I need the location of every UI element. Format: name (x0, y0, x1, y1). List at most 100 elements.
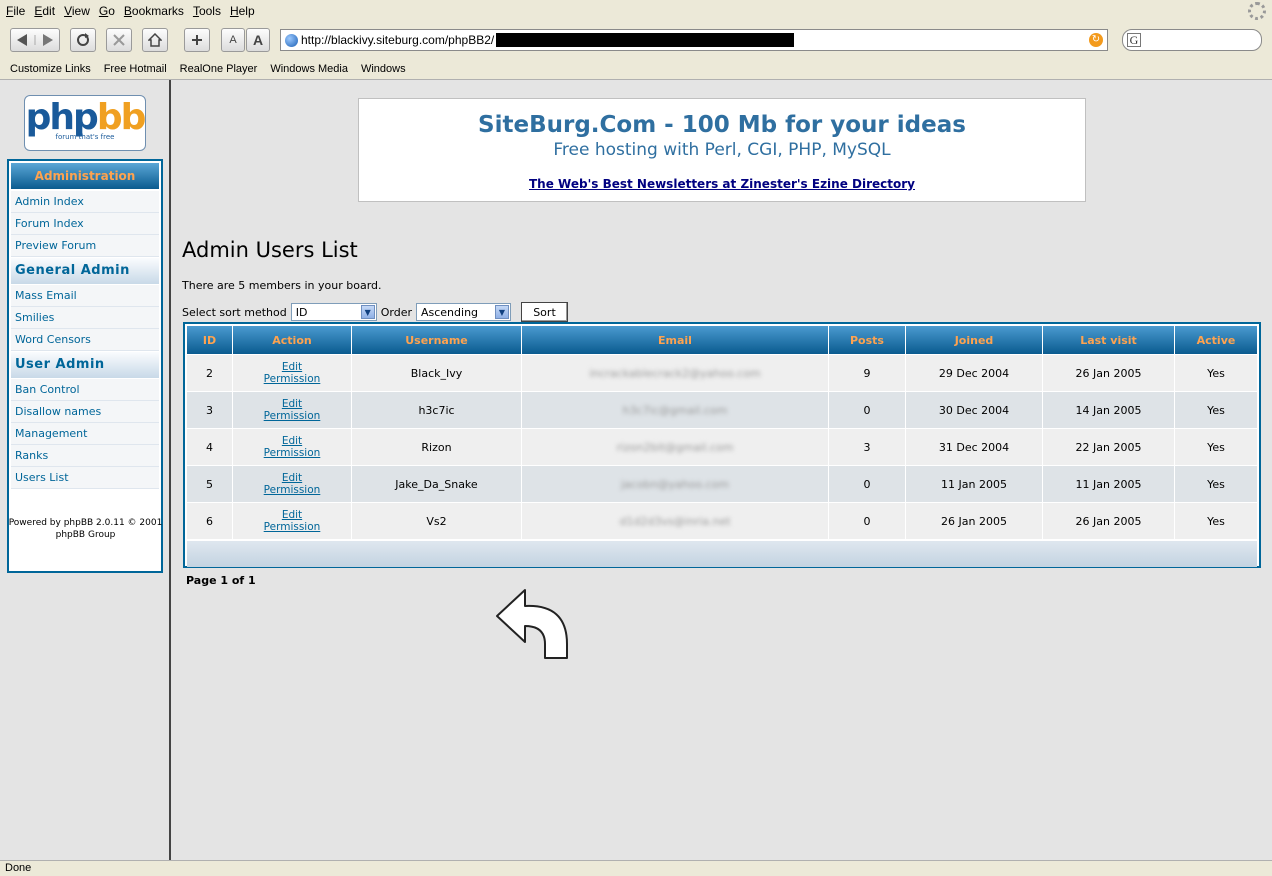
cell-posts: 0 (829, 466, 905, 502)
rss-icon[interactable]: ↻ (1089, 33, 1103, 47)
nav-preview-forum[interactable]: Preview Forum (11, 235, 159, 257)
cell-username: Jake_Da_Snake (352, 466, 521, 502)
nav-forum-index[interactable]: Forum Index (11, 213, 159, 235)
cell-joined: 11 Jan 2005 (906, 466, 1042, 502)
new-tab-button[interactable] (184, 28, 210, 52)
order-select[interactable]: Ascending ▼ (415, 303, 511, 321)
chevron-down-icon[interactable]: ▼ (494, 305, 509, 319)
users-table-container: ID Action Username Email Posts Joined La… (183, 322, 1261, 568)
main-frame: SiteBurg.Com - 100 Mb for your ideas Fre… (173, 80, 1272, 860)
cell-action: Edit Permission (233, 392, 351, 428)
url-text[interactable]: http://blackivy.siteburg.com/phpBB2/ (301, 33, 494, 47)
cell-id: 4 (187, 429, 232, 465)
nav-mass-email[interactable]: Mass Email (11, 285, 159, 307)
url-bar[interactable]: http://blackivy.siteburg.com/phpBB2/ ↻ (280, 29, 1108, 51)
home-button[interactable] (142, 28, 168, 52)
menu-go[interactable]: Go (99, 4, 115, 18)
menu-edit[interactable]: Edit (34, 4, 55, 18)
email-blurred: d1d2d3vs@inria.net (619, 514, 731, 528)
cell-email: incrackablecrack2@yahoo.com (522, 355, 828, 391)
table-footer (187, 541, 1257, 567)
plus-icon (192, 35, 202, 45)
link-customize-links[interactable]: Customize Links (10, 63, 91, 75)
permission-link[interactable]: Permission (233, 410, 351, 422)
edit-link[interactable]: Edit (233, 361, 351, 373)
cell-id: 3 (187, 392, 232, 428)
order-value: Ascending (420, 305, 479, 319)
nav-word-censors[interactable]: Word Censors (11, 329, 159, 351)
status-text: Done (5, 862, 32, 874)
phpbb-logo[interactable]: phpbb forum that's free (24, 95, 146, 151)
link-windows-media[interactable]: Windows Media (270, 63, 348, 75)
cell-username: Black_Ivy (352, 355, 521, 391)
menu-bookmarks[interactable]: Bookmarks (124, 4, 184, 18)
ad-banner[interactable]: SiteBurg.Com - 100 Mb for your ideas Fre… (358, 98, 1086, 202)
powered-by: Powered by phpBB 2.0.11 © 2001 phpBB Gro… (0, 517, 171, 541)
permission-link[interactable]: Permission (233, 447, 351, 459)
col-active: Active (1175, 326, 1257, 354)
nav-smilies[interactable]: Smilies (11, 307, 159, 329)
table-row: 2 Edit Permission Black_Ivy incrackablec… (187, 355, 1257, 391)
permission-link[interactable]: Permission (233, 373, 351, 385)
stop-button[interactable] (106, 28, 132, 52)
menu-tools[interactable]: Tools (193, 4, 221, 18)
sort-method-select[interactable]: ID ▼ (290, 303, 377, 321)
cell-id: 6 (187, 503, 232, 539)
links-toolbar: Customize Links Free Hotmail RealOne Pla… (0, 58, 1272, 80)
table-row: 4 Edit Permission Rizon rizon2bit@gmail.… (187, 429, 1257, 465)
cell-active: Yes (1175, 392, 1257, 428)
link-free-hotmail[interactable]: Free Hotmail (104, 63, 167, 75)
order-label: Order (380, 305, 412, 319)
font-smaller-button[interactable]: A (221, 28, 245, 52)
cell-posts: 0 (829, 392, 905, 428)
permission-link[interactable]: Permission (233, 521, 351, 533)
menu-help[interactable]: Help (230, 4, 255, 18)
nav-header-administration: Administration (11, 163, 159, 189)
banner-link[interactable]: The Web's Best Newsletters at Zinester's… (359, 177, 1085, 191)
page-title: Admin Users List (182, 238, 358, 262)
users-table: ID Action Username Email Posts Joined La… (186, 325, 1258, 540)
nav-ranks[interactable]: Ranks (11, 445, 159, 467)
cell-action: Edit Permission (233, 503, 351, 539)
cell-posts: 3 (829, 429, 905, 465)
search-box[interactable]: G (1122, 29, 1262, 51)
nav-users-list[interactable]: Users List (11, 467, 159, 489)
nav-ban-control[interactable]: Ban Control (11, 379, 159, 401)
nav-management[interactable]: Management (11, 423, 159, 445)
cell-id: 2 (187, 355, 232, 391)
curved-arrow-icon (496, 589, 568, 659)
permission-link[interactable]: Permission (233, 484, 351, 496)
reload-button[interactable] (70, 28, 96, 52)
edit-link[interactable]: Edit (233, 435, 351, 447)
back-forward-buttons[interactable] (10, 28, 60, 52)
cell-action: Edit Permission (233, 429, 351, 465)
cell-posts: 0 (829, 503, 905, 539)
powered-by-line2: phpBB Group (55, 530, 116, 540)
edit-link[interactable]: Edit (233, 509, 351, 521)
sort-button[interactable]: Sort (520, 302, 568, 322)
nav-disallow-names[interactable]: Disallow names (11, 401, 159, 423)
nav-category-user-admin: User Admin (11, 352, 159, 378)
home-icon (148, 33, 162, 47)
col-email: Email (522, 326, 828, 354)
cell-active: Yes (1175, 355, 1257, 391)
cell-active: Yes (1175, 466, 1257, 502)
font-larger-button[interactable]: A (246, 28, 270, 52)
back-arrow-icon[interactable] (15, 34, 55, 46)
cell-last-visit: 22 Jan 2005 (1043, 429, 1174, 465)
menu-file[interactable]: File (6, 4, 25, 18)
powered-by-line1: Powered by phpBB 2.0.11 © 2001 (8, 518, 163, 528)
sort-controls: Select sort method ID ▼ Order Ascending … (182, 302, 568, 322)
link-windows[interactable]: Windows (361, 63, 406, 75)
edit-link[interactable]: Edit (233, 398, 351, 410)
chevron-down-icon[interactable]: ▼ (360, 305, 375, 319)
cell-joined: 31 Dec 2004 (906, 429, 1042, 465)
menu-view[interactable]: View (64, 4, 90, 18)
link-realone-player[interactable]: RealOne Player (180, 63, 258, 75)
cell-email: d1d2d3vs@inria.net (522, 503, 828, 539)
cell-joined: 29 Dec 2004 (906, 355, 1042, 391)
col-joined: Joined (906, 326, 1042, 354)
edit-link[interactable]: Edit (233, 472, 351, 484)
menu-bar: File Edit View Go Bookmarks Tools Help (0, 0, 1272, 22)
nav-admin-index[interactable]: Admin Index (11, 191, 159, 213)
